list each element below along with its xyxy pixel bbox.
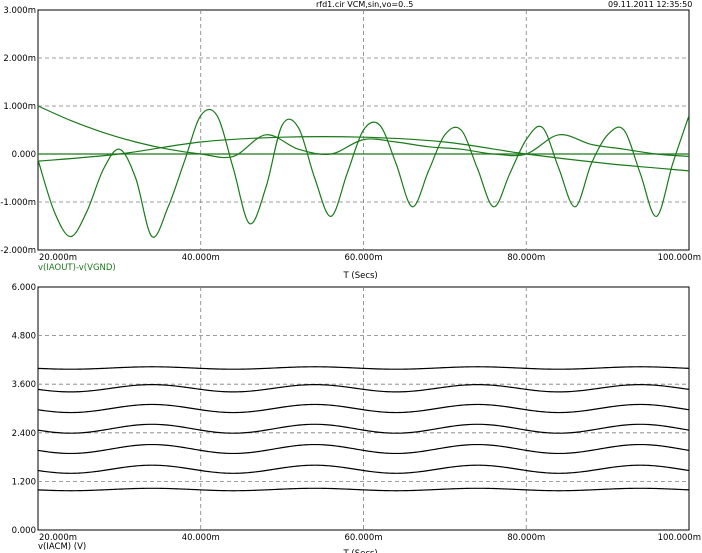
x-tick-label: 20.000m — [39, 253, 77, 263]
bottom-panel: 6.0004.8003.6002.4001.2000.00020.000m 40.… — [12, 283, 701, 553]
legend-label: v(IACM) (V) — [38, 542, 86, 552]
legend-label: v(IAOUT)-v(VGND) — [38, 263, 116, 273]
x-tick-label: 80.000m — [507, 253, 545, 263]
y-tick-label: 2.000m — [3, 54, 36, 64]
x-tick-label: 40.000m — [182, 533, 220, 543]
y-tick-label: 0.000 — [12, 526, 36, 536]
y-tick-label: 6.000 — [12, 283, 36, 293]
x-tick-label: 60.000m — [344, 253, 382, 263]
x-tick-label: 100.000m — [658, 253, 701, 263]
timestamp: 09.11.2011 12:35:50 — [608, 0, 692, 9]
file-title: rfd1.cir VCM,sin,vo=0..5 — [316, 0, 413, 9]
x-tick-label: 80.000m — [507, 533, 545, 543]
y-tick-label: 0.000 — [12, 150, 36, 160]
x-axis-label: T (Secs) — [343, 271, 378, 281]
y-tick-label: 3.600 — [12, 380, 36, 390]
y-tick-label: 3.000m — [3, 6, 36, 16]
x-tick-label: 40.000m — [182, 253, 220, 263]
chart-canvas: rfd1.cir VCM,sin,vo=0..5 09.11.2011 12:3… — [0, 0, 701, 553]
x-axis-label: T (Secs) — [343, 549, 378, 553]
y-tick-label: 1.200 — [12, 477, 36, 487]
y-tick-label: -2.000m — [0, 246, 36, 256]
y-tick-label: 4.800 — [12, 332, 36, 342]
x-tick-label: 100.000m — [658, 533, 701, 543]
y-tick-label: -1.000m — [0, 198, 36, 208]
top-panel: 3.000m 2.000m 1.000m 0.000 -1.000m -2.000m20.… — [0, 6, 701, 281]
x-tick-label: 60.000m — [344, 533, 382, 543]
y-tick-label: 1.000m — [3, 102, 36, 112]
y-tick-label: 2.400 — [12, 429, 36, 439]
